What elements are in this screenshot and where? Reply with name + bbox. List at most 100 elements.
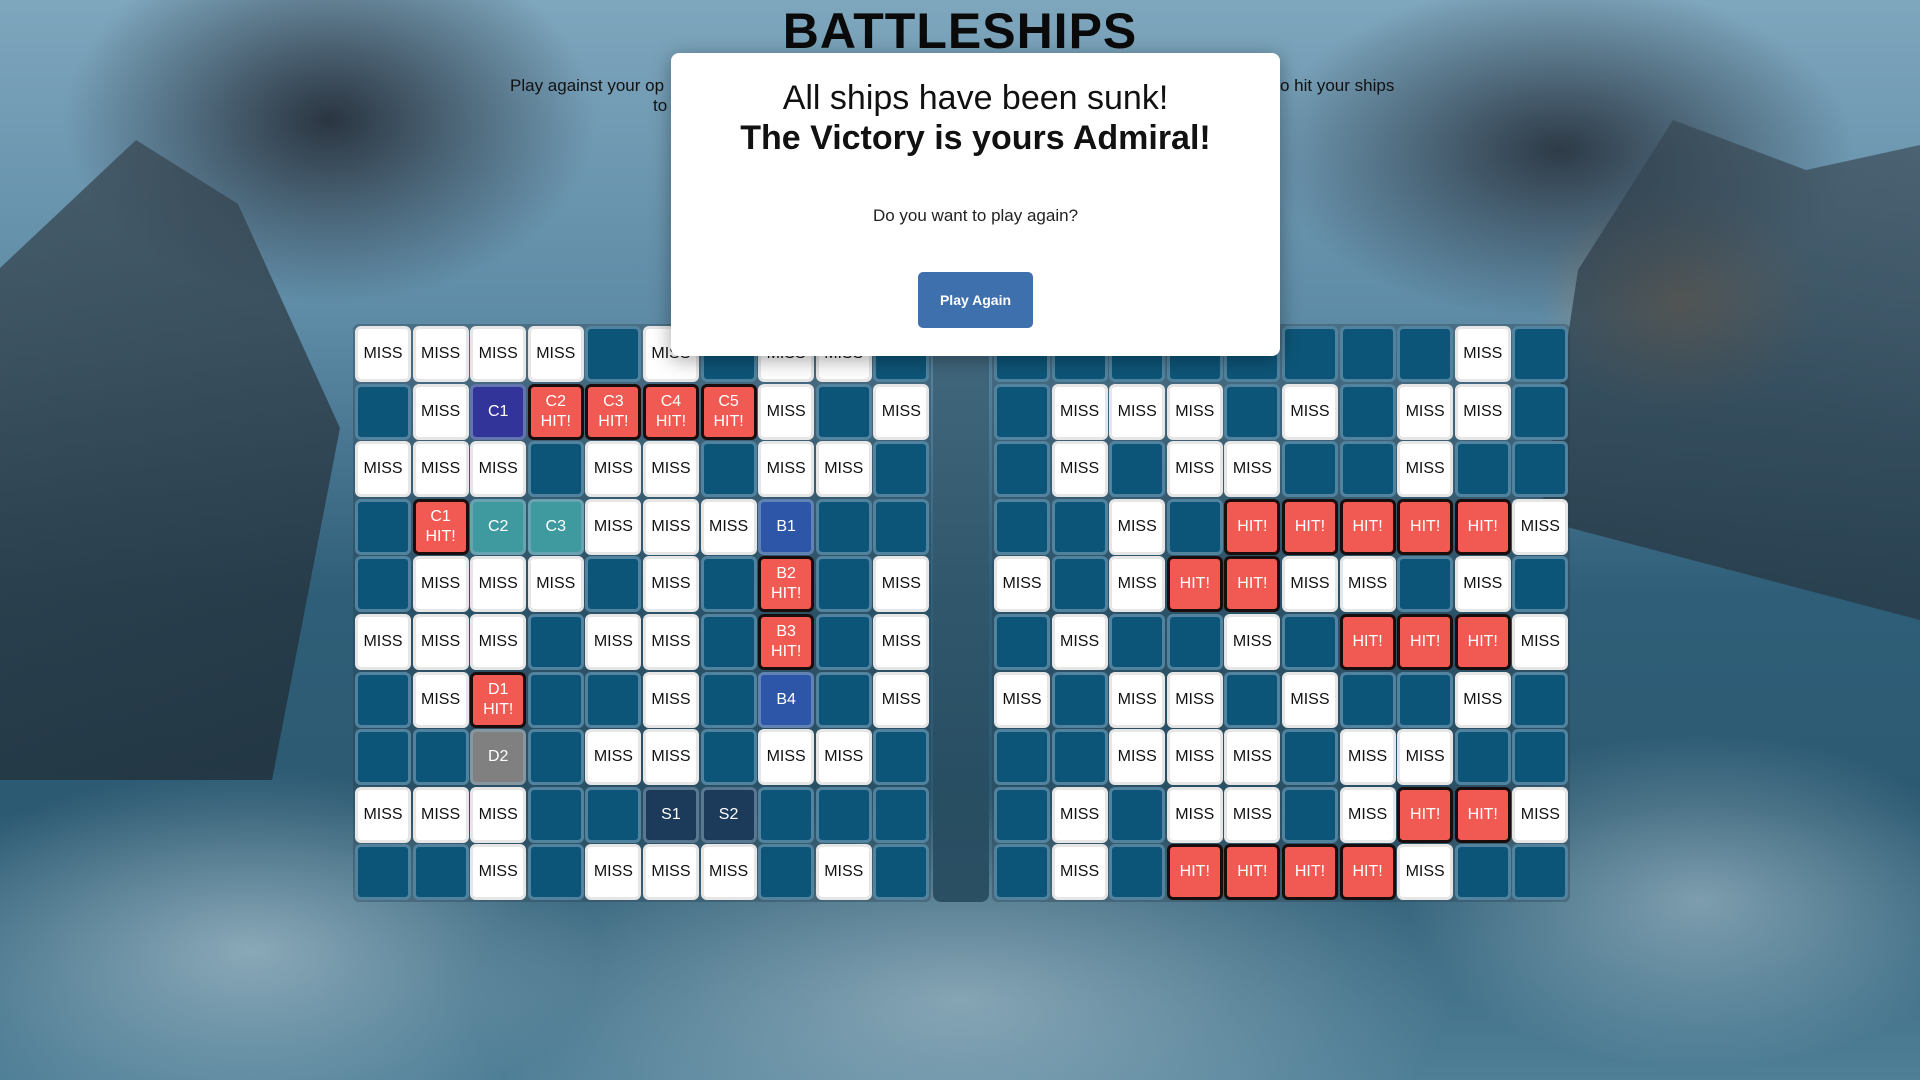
player-cell-water[interactable] <box>355 729 411 786</box>
player-cell-hit[interactable]: D1 HIT! <box>470 671 527 728</box>
enemy-cell-water[interactable] <box>1454 844 1511 901</box>
enemy-cell-water[interactable] <box>1224 383 1281 440</box>
enemy-cell-miss[interactable]: MISS <box>1512 498 1569 555</box>
player-cell-water[interactable] <box>585 326 642 382</box>
enemy-cell-miss[interactable]: MISS <box>1224 613 1281 670</box>
player-cell-hit[interactable]: C1 HIT! <box>412 498 469 555</box>
enemy-cell-water[interactable] <box>1512 556 1569 613</box>
player-cell-miss[interactable]: MISS <box>873 671 930 728</box>
enemy-cell-miss[interactable]: MISS <box>1051 383 1108 440</box>
player-cell-water[interactable] <box>873 729 930 786</box>
enemy-cell-water[interactable] <box>1512 441 1569 498</box>
player-cell-miss[interactable]: MISS <box>585 498 642 555</box>
enemy-cell-miss[interactable]: MISS <box>1454 671 1511 728</box>
enemy-cell-water[interactable] <box>994 383 1050 440</box>
enemy-cell-water[interactable] <box>1512 383 1569 440</box>
enemy-cell-water[interactable] <box>1339 671 1396 728</box>
enemy-cell-hit[interactable]: HIT! <box>1397 498 1454 555</box>
player-cell-water[interactable] <box>527 671 584 728</box>
enemy-cell-miss[interactable]: MISS <box>1281 556 1338 613</box>
player-cell-miss[interactable]: MISS <box>642 441 699 498</box>
enemy-cell-water[interactable] <box>1339 441 1396 498</box>
player-cell-ship-d[interactable]: D2 <box>470 729 527 786</box>
player-cell-water[interactable] <box>815 383 872 440</box>
player-cell-miss[interactable]: MISS <box>873 556 930 613</box>
enemy-cell-hit[interactable]: HIT! <box>1339 613 1396 670</box>
player-cell-miss[interactable]: MISS <box>355 786 411 843</box>
player-cell-ship-c[interactable]: C3 <box>527 498 584 555</box>
player-cell-water[interactable] <box>700 613 757 670</box>
player-cell-miss[interactable]: MISS <box>758 729 815 786</box>
enemy-cell-water[interactable] <box>994 613 1050 670</box>
player-cell-miss[interactable]: MISS <box>412 441 469 498</box>
enemy-cell-water[interactable] <box>1339 383 1396 440</box>
player-cell-water[interactable] <box>527 844 584 901</box>
player-cell-water[interactable] <box>758 786 815 843</box>
player-cell-water[interactable] <box>355 556 411 613</box>
enemy-cell-hit[interactable]: HIT! <box>1454 613 1511 670</box>
enemy-cell-miss[interactable]: MISS <box>1397 441 1454 498</box>
enemy-cell-miss[interactable]: MISS <box>1166 383 1223 440</box>
enemy-cell-miss[interactable]: MISS <box>1109 498 1166 555</box>
player-cell-water[interactable] <box>355 671 411 728</box>
enemy-cell-hit[interactable]: HIT! <box>1339 844 1396 901</box>
player-cell-miss[interactable]: MISS <box>873 613 930 670</box>
player-cell-ship-b[interactable]: B1 <box>758 498 815 555</box>
player-cell-water[interactable] <box>585 556 642 613</box>
player-cell-miss[interactable]: MISS <box>642 613 699 670</box>
player-cell-hit[interactable]: C3 HIT! <box>585 383 642 440</box>
player-cell-miss[interactable]: MISS <box>470 441 527 498</box>
enemy-cell-water[interactable] <box>1224 671 1281 728</box>
enemy-cell-miss[interactable]: MISS <box>1339 729 1396 786</box>
enemy-cell-hit[interactable]: HIT! <box>1397 613 1454 670</box>
enemy-cell-water[interactable] <box>994 498 1050 555</box>
enemy-cell-water[interactable] <box>1281 786 1338 843</box>
enemy-cell-miss[interactable]: MISS <box>1051 844 1108 901</box>
enemy-cell-miss[interactable]: MISS <box>1166 786 1223 843</box>
player-cell-ship-s[interactable]: S1 <box>642 786 699 843</box>
player-cell-water[interactable] <box>815 498 872 555</box>
enemy-cell-water[interactable] <box>1281 326 1338 382</box>
enemy-cell-miss[interactable]: MISS <box>1109 729 1166 786</box>
enemy-cell-miss[interactable]: MISS <box>994 671 1050 728</box>
player-cell-hit[interactable]: C2 HIT! <box>527 383 584 440</box>
enemy-cell-water[interactable] <box>1397 556 1454 613</box>
player-cell-water[interactable] <box>873 498 930 555</box>
player-cell-water[interactable] <box>585 671 642 728</box>
enemy-cell-miss[interactable]: MISS <box>1339 556 1396 613</box>
player-cell-miss[interactable]: MISS <box>815 844 872 901</box>
player-cell-water[interactable] <box>815 556 872 613</box>
player-cell-water[interactable] <box>815 613 872 670</box>
enemy-cell-miss[interactable]: MISS <box>1397 844 1454 901</box>
player-cell-miss[interactable]: MISS <box>758 383 815 440</box>
enemy-cell-water[interactable] <box>1109 844 1166 901</box>
enemy-cell-miss[interactable]: MISS <box>994 556 1050 613</box>
player-cell-ship-s[interactable]: S2 <box>700 786 757 843</box>
player-cell-water[interactable] <box>355 498 411 555</box>
enemy-cell-hit[interactable]: HIT! <box>1166 556 1223 613</box>
player-cell-miss[interactable]: MISS <box>815 441 872 498</box>
enemy-cell-miss[interactable]: MISS <box>1512 786 1569 843</box>
player-cell-water[interactable] <box>527 441 584 498</box>
enemy-cell-water[interactable] <box>1512 326 1569 382</box>
player-cell-water[interactable] <box>758 844 815 901</box>
player-cell-miss[interactable]: MISS <box>585 844 642 901</box>
player-cell-miss[interactable]: MISS <box>527 326 584 382</box>
player-cell-miss[interactable]: MISS <box>642 556 699 613</box>
player-cell-water[interactable] <box>815 671 872 728</box>
enemy-cell-miss[interactable]: MISS <box>1224 729 1281 786</box>
enemy-cell-hit[interactable]: HIT! <box>1224 556 1281 613</box>
player-cell-water[interactable] <box>700 671 757 728</box>
player-cell-miss[interactable]: MISS <box>470 844 527 901</box>
enemy-cell-water[interactable] <box>1454 729 1511 786</box>
enemy-cell-miss[interactable]: MISS <box>1051 613 1108 670</box>
player-cell-hit[interactable]: C5 HIT! <box>700 383 757 440</box>
player-cell-miss[interactable]: MISS <box>642 844 699 901</box>
enemy-cell-miss[interactable]: MISS <box>1281 671 1338 728</box>
enemy-cell-miss[interactable]: MISS <box>1397 383 1454 440</box>
enemy-cell-miss[interactable]: MISS <box>1397 729 1454 786</box>
enemy-cell-water[interactable] <box>1339 326 1396 382</box>
enemy-cell-water[interactable] <box>1454 441 1511 498</box>
enemy-cell-water[interactable] <box>1166 498 1223 555</box>
enemy-cell-miss[interactable]: MISS <box>1166 441 1223 498</box>
